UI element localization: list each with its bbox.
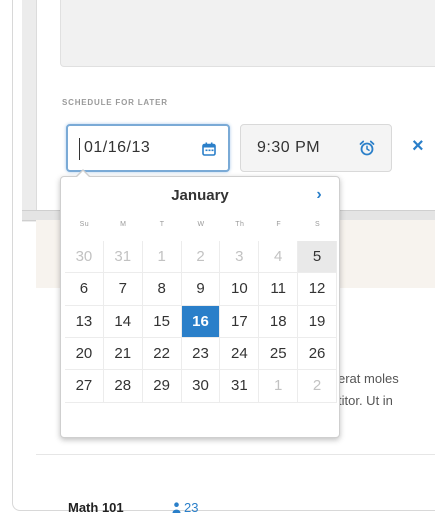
alarm-clock-icon[interactable] bbox=[359, 140, 375, 156]
day-cell[interactable]: 23 bbox=[181, 337, 221, 371]
text-caret bbox=[79, 138, 80, 160]
date-input[interactable]: 01/16/13 bbox=[66, 124, 230, 172]
day-cell[interactable]: 13 bbox=[65, 305, 104, 338]
day-cell[interactable]: 4 bbox=[259, 241, 299, 274]
date-value: 01/16/13 bbox=[84, 139, 151, 156]
post-body-text: erat moles titor. Ut in bbox=[338, 368, 399, 412]
post-body-line: erat moles bbox=[338, 371, 399, 386]
time-value: 9:30 PM bbox=[257, 139, 321, 156]
datepicker-popup: January › Su M T W Th F S 30 31 1 2 3 4 5 6 7 8 9 10 11 12 1… bbox=[60, 169, 340, 438]
day-cell[interactable]: 27 bbox=[65, 370, 104, 403]
day-cell[interactable]: 8 bbox=[142, 273, 182, 306]
day-cell[interactable]: 17 bbox=[220, 305, 260, 338]
day-cell[interactable]: 19 bbox=[298, 305, 337, 338]
day-cell[interactable]: 1 bbox=[259, 370, 299, 403]
member-count-value: 23 bbox=[184, 500, 199, 515]
weekday-header: Su bbox=[79, 221, 90, 228]
day-cell[interactable]: 24 bbox=[220, 337, 260, 371]
day-cell[interactable]: 2 bbox=[298, 370, 337, 403]
day-cell[interactable]: 15 bbox=[142, 305, 182, 338]
day-cell[interactable]: 3 bbox=[220, 241, 260, 274]
day-cell[interactable]: 2 bbox=[181, 241, 221, 274]
day-cell[interactable]: 1 bbox=[142, 241, 182, 274]
day-cell[interactable]: 18 bbox=[259, 305, 299, 338]
post-body-line: titor. Ut in bbox=[338, 393, 393, 408]
day-cell[interactable]: 31 bbox=[103, 241, 143, 274]
content-divider bbox=[36, 454, 435, 455]
day-cell[interactable]: 11 bbox=[259, 273, 299, 306]
datepicker-day-grid: 30 31 1 2 3 4 5 6 7 8 9 10 11 12 13 14 15 16 17 18 19 20 21 22 2… bbox=[65, 241, 337, 435]
time-input[interactable]: 9:30 PM bbox=[240, 124, 392, 172]
weekday-header: M bbox=[120, 221, 127, 228]
day-cell[interactable]: 6 bbox=[65, 273, 104, 306]
day-cell[interactable]: 30 bbox=[181, 370, 221, 403]
day-cell[interactable]: 30 bbox=[65, 241, 104, 274]
day-cell[interactable]: 29 bbox=[142, 370, 182, 403]
popup-arrow-inner bbox=[76, 171, 90, 178]
schedule-for-later-label: SCHEDULE FOR LATER bbox=[62, 98, 168, 107]
close-icon[interactable]: × bbox=[412, 134, 432, 158]
member-count[interactable]: 23 bbox=[172, 500, 198, 515]
day-cell[interactable]: 10 bbox=[220, 273, 260, 306]
day-cell[interactable]: 31 bbox=[220, 370, 260, 403]
left-rail bbox=[22, 0, 37, 222]
course-title[interactable]: Math 101 bbox=[68, 500, 124, 515]
message-textarea[interactable] bbox=[60, 0, 435, 67]
day-cell[interactable]: 14 bbox=[103, 305, 143, 338]
weekday-header: S bbox=[314, 221, 321, 228]
day-cell[interactable]: 21 bbox=[103, 337, 143, 371]
calendar-icon[interactable] bbox=[202, 142, 216, 156]
chevron-right-icon[interactable]: › bbox=[311, 185, 327, 205]
day-cell-selected[interactable]: 16 bbox=[181, 305, 221, 338]
day-cell[interactable]: 20 bbox=[65, 337, 104, 371]
datepicker-weekday-row: Su M T W Th F S bbox=[65, 221, 337, 235]
day-cell[interactable]: 9 bbox=[181, 273, 221, 306]
day-cell[interactable]: 12 bbox=[298, 273, 337, 306]
person-icon bbox=[172, 502, 181, 513]
weekday-header: Th bbox=[235, 221, 245, 228]
day-cell[interactable]: 25 bbox=[259, 337, 299, 371]
day-cell[interactable]: 5 bbox=[298, 241, 337, 274]
weekday-header: W bbox=[197, 221, 205, 228]
day-cell[interactable]: 28 bbox=[103, 370, 143, 403]
day-cell[interactable]: 22 bbox=[142, 337, 182, 371]
weekday-header: T bbox=[159, 221, 165, 228]
day-cell[interactable]: 7 bbox=[103, 273, 143, 306]
weekday-header: F bbox=[276, 221, 282, 228]
day-cell[interactable]: 26 bbox=[298, 337, 337, 371]
datepicker-month-title: January bbox=[171, 187, 229, 204]
